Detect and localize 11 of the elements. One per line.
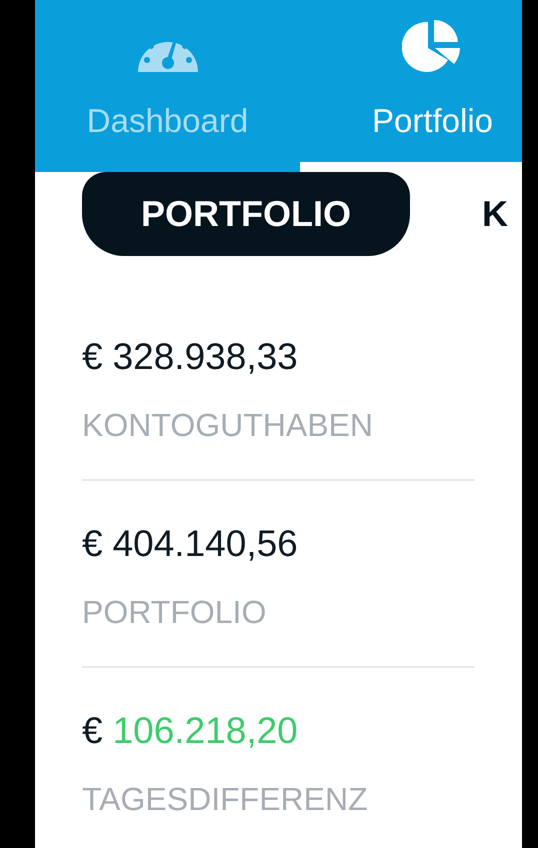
currency-symbol: € — [82, 525, 103, 562]
amount-value: 404.140,56 — [112, 525, 298, 562]
segment-tab[interactable]: PORTFOLIO — [82, 172, 410, 256]
amount-value: 328.938,33 — [112, 338, 298, 375]
currency-symbol: € — [82, 338, 103, 375]
stat-label: PORTFOLIO — [82, 596, 268, 628]
stat-label: TAGESDIFFERENZ — [82, 783, 369, 815]
amount-value: 106.218,20 — [112, 712, 298, 749]
stat-label: KONTOGUTHABEN — [82, 409, 374, 441]
currency-symbol: € — [82, 712, 103, 749]
segment-tab[interactable]: K — [482, 172, 508, 256]
